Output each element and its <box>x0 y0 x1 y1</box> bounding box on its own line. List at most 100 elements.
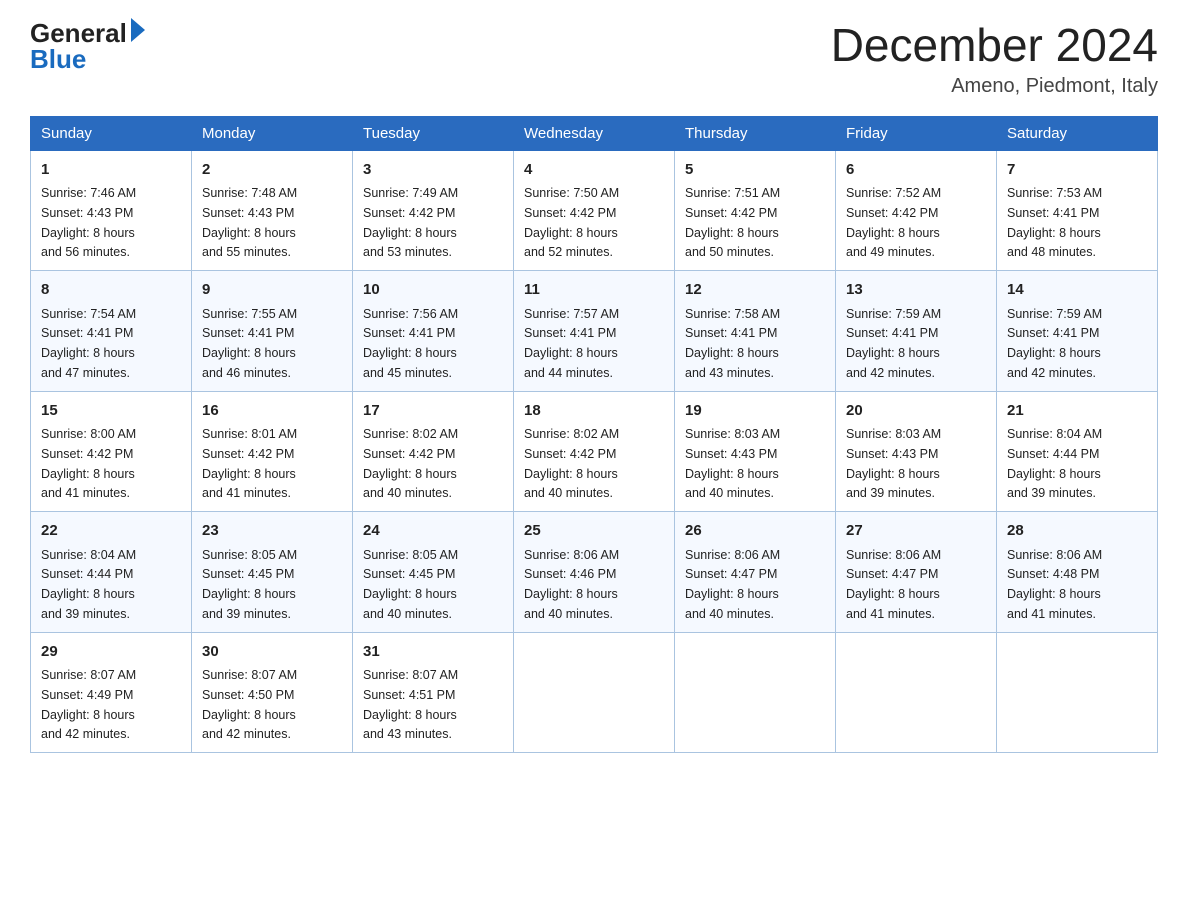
calendar-day-cell <box>675 632 836 753</box>
calendar-day-cell: 12 Sunrise: 7:58 AMSunset: 4:41 PMDaylig… <box>675 271 836 392</box>
calendar-day-cell: 19 Sunrise: 8:03 AMSunset: 4:43 PMDaylig… <box>675 391 836 512</box>
calendar-day-cell: 10 Sunrise: 7:56 AMSunset: 4:41 PMDaylig… <box>353 271 514 392</box>
calendar-day-cell: 8 Sunrise: 7:54 AMSunset: 4:41 PMDayligh… <box>31 271 192 392</box>
day-info: Sunrise: 8:07 AMSunset: 4:51 PMDaylight:… <box>363 668 458 741</box>
calendar-day-cell <box>836 632 997 753</box>
calendar-week-row: 22 Sunrise: 8:04 AMSunset: 4:44 PMDaylig… <box>31 512 1158 633</box>
day-number: 31 <box>363 641 503 664</box>
day-number: 6 <box>846 159 986 182</box>
calendar-day-cell <box>997 632 1158 753</box>
day-info: Sunrise: 7:59 AMSunset: 4:41 PMDaylight:… <box>846 307 941 380</box>
calendar-day-cell: 9 Sunrise: 7:55 AMSunset: 4:41 PMDayligh… <box>192 271 353 392</box>
day-number: 9 <box>202 279 342 302</box>
calendar-day-cell: 26 Sunrise: 8:06 AMSunset: 4:47 PMDaylig… <box>675 512 836 633</box>
day-number: 8 <box>41 279 181 302</box>
calendar-day-cell: 30 Sunrise: 8:07 AMSunset: 4:50 PMDaylig… <box>192 632 353 753</box>
logo-general-text: General <box>30 20 127 46</box>
day-info: Sunrise: 7:55 AMSunset: 4:41 PMDaylight:… <box>202 307 297 380</box>
calendar-day-cell: 18 Sunrise: 8:02 AMSunset: 4:42 PMDaylig… <box>514 391 675 512</box>
day-number: 23 <box>202 520 342 543</box>
calendar-week-row: 15 Sunrise: 8:00 AMSunset: 4:42 PMDaylig… <box>31 391 1158 512</box>
day-info: Sunrise: 7:52 AMSunset: 4:42 PMDaylight:… <box>846 186 941 259</box>
day-info: Sunrise: 8:06 AMSunset: 4:47 PMDaylight:… <box>846 548 941 621</box>
day-number: 10 <box>363 279 503 302</box>
day-info: Sunrise: 7:46 AMSunset: 4:43 PMDaylight:… <box>41 186 136 259</box>
col-sunday: Sunday <box>31 116 192 150</box>
day-number: 19 <box>685 400 825 423</box>
day-number: 28 <box>1007 520 1147 543</box>
day-number: 7 <box>1007 159 1147 182</box>
day-number: 4 <box>524 159 664 182</box>
day-info: Sunrise: 7:53 AMSunset: 4:41 PMDaylight:… <box>1007 186 1102 259</box>
title-section: December 2024 Ameno, Piedmont, Italy <box>831 20 1158 98</box>
calendar-day-cell: 11 Sunrise: 7:57 AMSunset: 4:41 PMDaylig… <box>514 271 675 392</box>
day-number: 12 <box>685 279 825 302</box>
calendar-day-cell: 28 Sunrise: 8:06 AMSunset: 4:48 PMDaylig… <box>997 512 1158 633</box>
day-info: Sunrise: 7:49 AMSunset: 4:42 PMDaylight:… <box>363 186 458 259</box>
day-info: Sunrise: 8:03 AMSunset: 4:43 PMDaylight:… <box>685 427 780 500</box>
day-info: Sunrise: 7:57 AMSunset: 4:41 PMDaylight:… <box>524 307 619 380</box>
calendar-day-cell: 23 Sunrise: 8:05 AMSunset: 4:45 PMDaylig… <box>192 512 353 633</box>
day-number: 24 <box>363 520 503 543</box>
day-number: 27 <box>846 520 986 543</box>
day-info: Sunrise: 7:50 AMSunset: 4:42 PMDaylight:… <box>524 186 619 259</box>
header-row: Sunday Monday Tuesday Wednesday Thursday… <box>31 116 1158 150</box>
day-number: 30 <box>202 641 342 664</box>
calendar-week-row: 1 Sunrise: 7:46 AMSunset: 4:43 PMDayligh… <box>31 150 1158 271</box>
day-info: Sunrise: 8:06 AMSunset: 4:48 PMDaylight:… <box>1007 548 1102 621</box>
day-number: 20 <box>846 400 986 423</box>
day-info: Sunrise: 8:07 AMSunset: 4:50 PMDaylight:… <box>202 668 297 741</box>
calendar-day-cell: 1 Sunrise: 7:46 AMSunset: 4:43 PMDayligh… <box>31 150 192 271</box>
calendar-day-cell: 6 Sunrise: 7:52 AMSunset: 4:42 PMDayligh… <box>836 150 997 271</box>
calendar-table: Sunday Monday Tuesday Wednesday Thursday… <box>30 116 1158 754</box>
day-number: 11 <box>524 279 664 302</box>
calendar-day-cell: 4 Sunrise: 7:50 AMSunset: 4:42 PMDayligh… <box>514 150 675 271</box>
day-info: Sunrise: 8:05 AMSunset: 4:45 PMDaylight:… <box>202 548 297 621</box>
col-monday: Monday <box>192 116 353 150</box>
day-info: Sunrise: 8:05 AMSunset: 4:45 PMDaylight:… <box>363 548 458 621</box>
day-info: Sunrise: 8:00 AMSunset: 4:42 PMDaylight:… <box>41 427 136 500</box>
calendar-day-cell: 27 Sunrise: 8:06 AMSunset: 4:47 PMDaylig… <box>836 512 997 633</box>
day-info: Sunrise: 8:01 AMSunset: 4:42 PMDaylight:… <box>202 427 297 500</box>
day-number: 3 <box>363 159 503 182</box>
calendar-day-cell: 24 Sunrise: 8:05 AMSunset: 4:45 PMDaylig… <box>353 512 514 633</box>
day-info: Sunrise: 8:03 AMSunset: 4:43 PMDaylight:… <box>846 427 941 500</box>
day-number: 29 <box>41 641 181 664</box>
calendar-body: 1 Sunrise: 7:46 AMSunset: 4:43 PMDayligh… <box>31 150 1158 753</box>
day-number: 14 <box>1007 279 1147 302</box>
month-year-title: December 2024 <box>831 20 1158 71</box>
day-info: Sunrise: 7:59 AMSunset: 4:41 PMDaylight:… <box>1007 307 1102 380</box>
calendar-day-cell: 21 Sunrise: 8:04 AMSunset: 4:44 PMDaylig… <box>997 391 1158 512</box>
logo: General Blue <box>30 20 145 72</box>
day-info: Sunrise: 8:06 AMSunset: 4:46 PMDaylight:… <box>524 548 619 621</box>
calendar-day-cell: 14 Sunrise: 7:59 AMSunset: 4:41 PMDaylig… <box>997 271 1158 392</box>
logo-blue-text: Blue <box>30 46 86 72</box>
day-info: Sunrise: 7:58 AMSunset: 4:41 PMDaylight:… <box>685 307 780 380</box>
calendar-week-row: 8 Sunrise: 7:54 AMSunset: 4:41 PMDayligh… <box>31 271 1158 392</box>
day-number: 16 <box>202 400 342 423</box>
calendar-day-cell: 17 Sunrise: 8:02 AMSunset: 4:42 PMDaylig… <box>353 391 514 512</box>
calendar-day-cell: 29 Sunrise: 8:07 AMSunset: 4:49 PMDaylig… <box>31 632 192 753</box>
day-info: Sunrise: 8:07 AMSunset: 4:49 PMDaylight:… <box>41 668 136 741</box>
calendar-week-row: 29 Sunrise: 8:07 AMSunset: 4:49 PMDaylig… <box>31 632 1158 753</box>
day-number: 26 <box>685 520 825 543</box>
calendar-header: Sunday Monday Tuesday Wednesday Thursday… <box>31 116 1158 150</box>
day-number: 5 <box>685 159 825 182</box>
calendar-day-cell: 13 Sunrise: 7:59 AMSunset: 4:41 PMDaylig… <box>836 271 997 392</box>
col-tuesday: Tuesday <box>353 116 514 150</box>
day-info: Sunrise: 7:48 AMSunset: 4:43 PMDaylight:… <box>202 186 297 259</box>
calendar-day-cell: 5 Sunrise: 7:51 AMSunset: 4:42 PMDayligh… <box>675 150 836 271</box>
logo-arrow-icon <box>131 18 145 42</box>
day-info: Sunrise: 8:06 AMSunset: 4:47 PMDaylight:… <box>685 548 780 621</box>
day-number: 25 <box>524 520 664 543</box>
day-number: 17 <box>363 400 503 423</box>
day-info: Sunrise: 7:51 AMSunset: 4:42 PMDaylight:… <box>685 186 780 259</box>
calendar-day-cell: 16 Sunrise: 8:01 AMSunset: 4:42 PMDaylig… <box>192 391 353 512</box>
calendar-day-cell: 2 Sunrise: 7:48 AMSunset: 4:43 PMDayligh… <box>192 150 353 271</box>
calendar-day-cell: 20 Sunrise: 8:03 AMSunset: 4:43 PMDaylig… <box>836 391 997 512</box>
day-number: 1 <box>41 159 181 182</box>
calendar-day-cell: 7 Sunrise: 7:53 AMSunset: 4:41 PMDayligh… <box>997 150 1158 271</box>
day-info: Sunrise: 7:56 AMSunset: 4:41 PMDaylight:… <box>363 307 458 380</box>
calendar-day-cell: 31 Sunrise: 8:07 AMSunset: 4:51 PMDaylig… <box>353 632 514 753</box>
calendar-day-cell <box>514 632 675 753</box>
